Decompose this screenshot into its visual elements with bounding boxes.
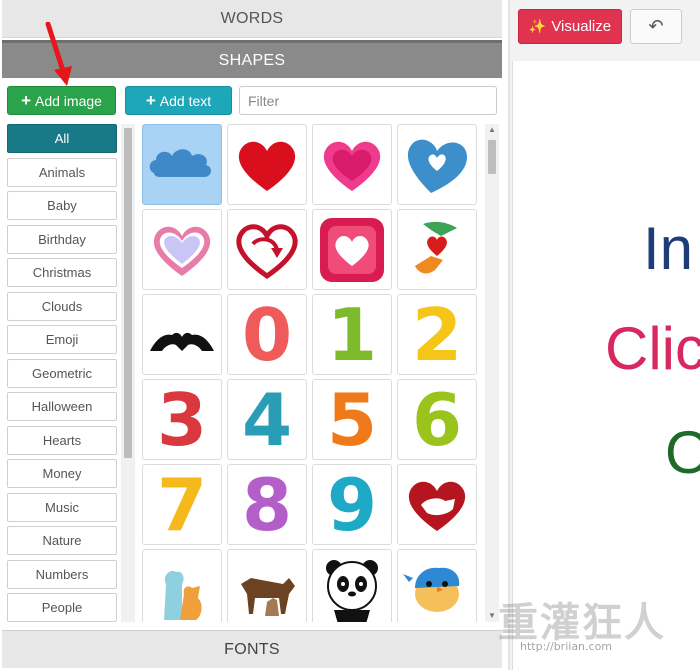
plus-icon: + bbox=[21, 91, 31, 110]
undo-icon: ↶ bbox=[648, 16, 664, 36]
hands-heart-icon bbox=[415, 221, 457, 273]
category-list: All Animals Baby Birthday Christmas Clouds Emo… bbox=[7, 124, 117, 627]
scrollbar-thumb[interactable] bbox=[488, 140, 496, 174]
pink-heart-icon bbox=[323, 141, 381, 191]
hand-heart-shape[interactable] bbox=[142, 294, 222, 375]
pet-heart-icon bbox=[408, 481, 466, 531]
category-item[interactable]: Money bbox=[7, 459, 117, 488]
shapes-scrollbar[interactable]: ▲ ▼ bbox=[485, 124, 499, 622]
bird-shape[interactable] bbox=[397, 549, 477, 622]
watermark-url: http://briian.com bbox=[520, 640, 613, 653]
category-item[interactable]: Hearts bbox=[7, 425, 117, 455]
filter-input[interactable] bbox=[239, 86, 497, 115]
canvas-word: Clic bbox=[605, 315, 700, 382]
heart-square-icon bbox=[320, 217, 384, 282]
digit-1-shape[interactable]: 1 bbox=[312, 294, 392, 375]
heart-outline-shape[interactable] bbox=[142, 209, 222, 290]
accordion-shapes-label: SHAPES bbox=[218, 51, 286, 69]
dogs-icon bbox=[241, 577, 295, 616]
blue-heart-icon bbox=[407, 139, 467, 193]
category-item[interactable]: Birthday bbox=[7, 224, 117, 254]
add-text-button[interactable]: + Add text bbox=[125, 86, 232, 115]
pet-heart-shape[interactable] bbox=[397, 464, 477, 545]
cloud-shape[interactable] bbox=[142, 124, 222, 205]
blue-heart-shape[interactable] bbox=[397, 124, 477, 205]
accordion-fonts-label: FONTS bbox=[224, 640, 280, 658]
digit-glyph: 3 bbox=[156, 377, 208, 462]
digit-8-shape[interactable]: 8 bbox=[227, 464, 307, 545]
plus-icon: + bbox=[145, 91, 156, 110]
magic-wand-icon: ✨ bbox=[528, 18, 547, 34]
add-image-label: Add image bbox=[35, 92, 102, 109]
digit-7-shape[interactable]: 7 bbox=[142, 464, 222, 545]
scroll-down-icon[interactable]: ▼ bbox=[485, 610, 499, 622]
undo-button[interactable]: ↶ bbox=[630, 9, 682, 44]
red-heart-icon bbox=[238, 141, 296, 191]
accordion-shapes[interactable]: SHAPES bbox=[2, 40, 502, 78]
annotation-arrow-icon bbox=[45, 22, 72, 86]
category-item[interactable]: Clouds bbox=[7, 291, 117, 321]
category-scrollbar[interactable] bbox=[121, 124, 135, 622]
category-item[interactable]: All bbox=[7, 124, 117, 153]
accordion-fonts[interactable]: FONTS bbox=[2, 630, 502, 668]
digit-glyph: 6 bbox=[411, 377, 463, 462]
heart-arrow-icon bbox=[236, 223, 298, 279]
digit-6-shape[interactable]: 6 bbox=[397, 379, 477, 460]
digit-2-shape[interactable]: 2 bbox=[397, 294, 477, 375]
pink-heart-shape[interactable] bbox=[312, 124, 392, 205]
canvas-word: In bbox=[643, 215, 694, 282]
heart-outline-icon bbox=[153, 226, 211, 276]
digit-glyph: 9 bbox=[326, 462, 378, 547]
red-heart-shape[interactable] bbox=[227, 124, 307, 205]
category-item[interactable]: Music bbox=[7, 492, 117, 522]
panda-shape[interactable] bbox=[312, 549, 392, 622]
category-item[interactable]: Geometric bbox=[7, 358, 117, 388]
category-item[interactable]: Halloween bbox=[7, 392, 117, 421]
visualize-label: Visualize bbox=[551, 18, 612, 35]
digit-0-shape[interactable]: 0 bbox=[227, 294, 307, 375]
hand-heart-icon bbox=[150, 332, 214, 351]
digit-glyph: 4 bbox=[241, 377, 293, 462]
category-item[interactable]: Christmas bbox=[7, 258, 117, 287]
digit-glyph: 5 bbox=[326, 377, 378, 462]
category-item[interactable]: Numbers bbox=[7, 559, 117, 589]
cloud-icon bbox=[149, 148, 212, 177]
bird-icon bbox=[403, 567, 460, 612]
digit-glyph: 1 bbox=[326, 292, 378, 377]
digit-glyph: 7 bbox=[156, 462, 208, 547]
digit-5-shape[interactable]: 5 bbox=[312, 379, 392, 460]
dogs-shape[interactable] bbox=[227, 549, 307, 622]
scroll-up-icon[interactable]: ▲ bbox=[485, 124, 499, 136]
add-image-button[interactable]: + Add image bbox=[7, 86, 116, 115]
heart-square-shape[interactable] bbox=[312, 209, 392, 290]
cat-dog-shape[interactable] bbox=[142, 549, 222, 622]
digit-3-shape[interactable]: 3 bbox=[142, 379, 222, 460]
category-item[interactable]: Emoji bbox=[7, 325, 117, 354]
scrollbar-thumb[interactable] bbox=[124, 128, 132, 458]
add-text-label: Add text bbox=[159, 92, 212, 109]
category-item[interactable]: People bbox=[7, 593, 117, 622]
app-window: WORDS SHAPES + Add image + Add text AllA… bbox=[0, 0, 700, 670]
hands-heart-shape[interactable] bbox=[397, 209, 477, 290]
accordion-words[interactable]: WORDS bbox=[2, 0, 502, 38]
category-item[interactable]: Animals bbox=[7, 157, 117, 187]
digit-glyph: 0 bbox=[241, 292, 293, 377]
digit-glyph: 2 bbox=[411, 292, 463, 377]
digit-glyph: 8 bbox=[241, 462, 293, 547]
category-item[interactable]: Baby bbox=[7, 191, 117, 220]
left-panel: WORDS SHAPES + Add image + Add text AllA… bbox=[0, 0, 508, 670]
right-panel: ✨ Visualize ↶ In Clic O bbox=[510, 0, 700, 670]
shapes-grid: 012 3456 789 bbox=[142, 124, 482, 622]
word-cloud-canvas[interactable]: In Clic O bbox=[512, 61, 700, 670]
digit-4-shape[interactable]: 4 bbox=[227, 379, 307, 460]
heart-arrow-shape[interactable] bbox=[227, 209, 307, 290]
visualize-button[interactable]: ✨ Visualize bbox=[518, 9, 622, 44]
category-item[interactable]: Nature bbox=[7, 526, 117, 555]
panda-icon bbox=[326, 559, 378, 622]
digit-9-shape[interactable]: 9 bbox=[312, 464, 392, 545]
accordion-words-label: WORDS bbox=[220, 9, 284, 27]
cat-dog-icon bbox=[164, 570, 202, 620]
canvas-word: O bbox=[665, 423, 700, 483]
